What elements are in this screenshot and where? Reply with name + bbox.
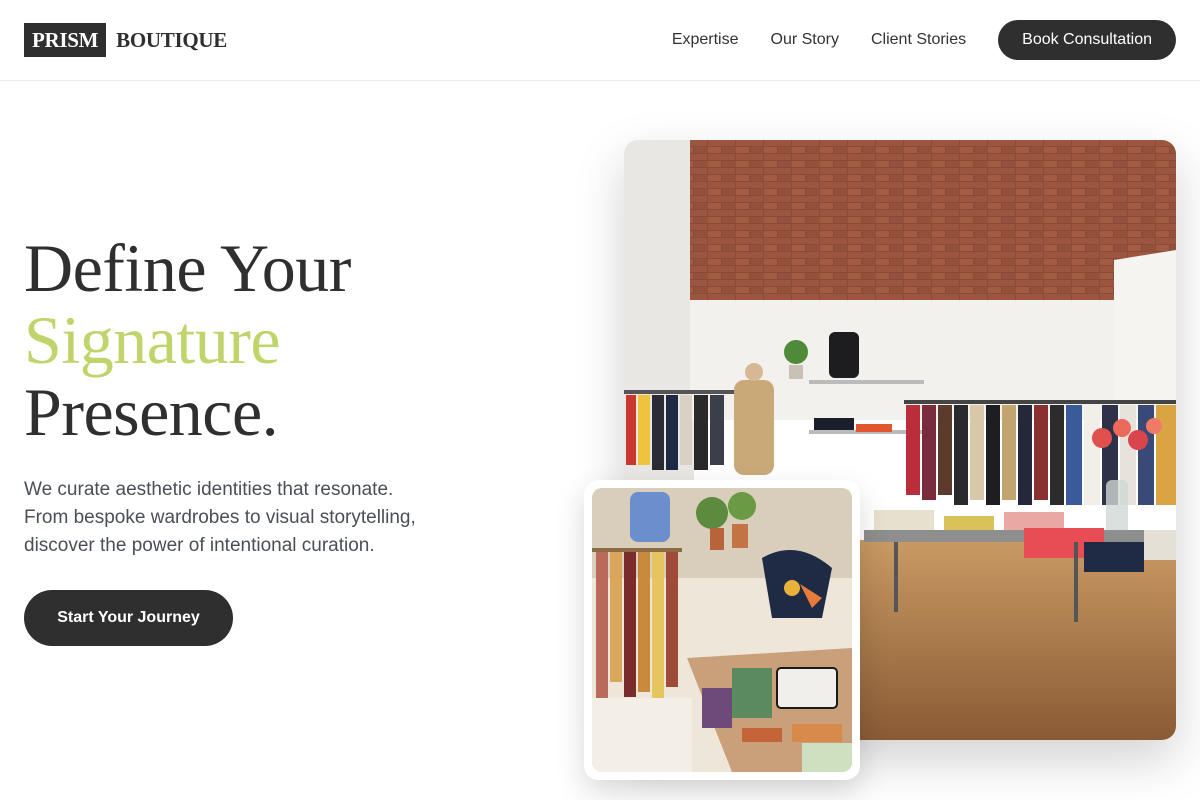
nav-link-our-story[interactable]: Our Story <box>771 31 839 49</box>
hero-subtext: We curate aesthetic identities that reso… <box>24 476 494 560</box>
start-journey-button[interactable]: Start Your Journey <box>24 590 233 646</box>
brand-name: BOUTIQUE <box>116 27 227 52</box>
headline-line-3: Presence. <box>24 374 279 450</box>
nav-link-client-stories[interactable]: Client Stories <box>871 31 966 49</box>
book-consultation-button[interactable]: Book Consultation <box>998 20 1176 60</box>
nav-link-expertise[interactable]: Expertise <box>672 31 739 49</box>
site-header: PRISM BOUTIQUE Expertise Our Story Clien… <box>0 0 1200 81</box>
main-nav: Expertise Our Story Client Stories Book … <box>672 20 1176 60</box>
boutique-display-photo <box>584 480 860 780</box>
subtext-line: discover the power of intentional curati… <box>24 535 375 556</box>
headline-line-1: Define Your <box>24 230 351 306</box>
brand-logo[interactable]: PRISM BOUTIQUE <box>24 23 227 57</box>
subtext-line: We curate aesthetic identities that reso… <box>24 479 394 500</box>
display-illustration <box>592 488 852 772</box>
headline-accent: Signature <box>24 302 281 378</box>
subtext-line: From bespoke wardrobes to visual storyte… <box>24 507 416 528</box>
brand-mark: PRISM <box>24 23 107 57</box>
hero-headline: Define Your Signature Presence. <box>24 232 351 448</box>
